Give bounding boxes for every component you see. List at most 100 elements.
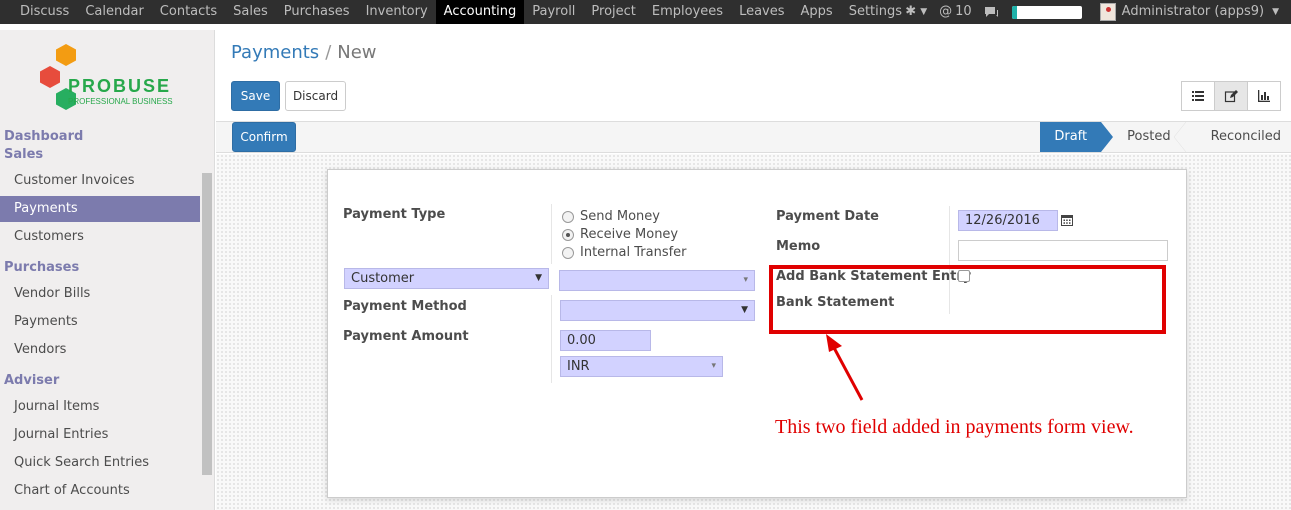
menu-accounting[interactable]: Accounting — [435, 0, 525, 24]
caret-down-icon: ▾ — [743, 275, 748, 285]
payment-amount-label: Payment Amount — [343, 329, 469, 344]
memo-label: Memo — [776, 239, 821, 254]
caret-down-icon: ▼ — [741, 305, 748, 315]
caret-down-icon: ▾ — [711, 361, 716, 371]
currency-value: INR — [567, 359, 590, 374]
menu-calendar[interactable]: Calendar — [77, 0, 151, 24]
caret-down-icon: ▼ — [1272, 7, 1279, 17]
radio-button-checked[interactable] — [562, 228, 574, 241]
main-menu: Discuss Calendar Contacts Sales Purchase… — [0, 0, 910, 24]
company-logo[interactable]: PROBUSE PROFESSIONAL BUSINESS — [38, 42, 188, 117]
sidebar-item-customers[interactable]: Customers — [0, 224, 200, 250]
partner-type-select[interactable]: Customer ▼ — [344, 268, 549, 289]
confirm-button[interactable]: Confirm — [232, 122, 296, 152]
partner-select[interactable]: ▾ — [559, 270, 755, 291]
radio-internal-transfer[interactable]: Internal Transfer — [562, 245, 687, 260]
currency-select[interactable]: INR ▾ — [560, 356, 723, 377]
section-dashboard[interactable]: Dashboard — [4, 129, 83, 144]
calendar-icon[interactable] — [1061, 214, 1073, 226]
radio-button[interactable] — [562, 246, 574, 259]
sidebar: PROBUSE PROFESSIONAL BUSINESS Dashboard … — [0, 30, 215, 510]
sidebar-item-journal-entries[interactable]: Journal Entries — [0, 422, 200, 448]
breadcrumb-current: New — [337, 42, 377, 63]
list-view-button[interactable] — [1181, 81, 1215, 111]
payment-date-label: Payment Date — [776, 209, 879, 224]
breadcrumb-separator: / — [325, 42, 332, 63]
breadcrumb: Payments / New — [231, 42, 377, 63]
payment-date-input[interactable]: 12/26/2016 — [958, 210, 1058, 231]
status-step-reconciled[interactable]: Reconciled — [1185, 122, 1291, 152]
section-adviser: Adviser — [4, 373, 60, 388]
logo-hex-red — [40, 66, 60, 88]
chat-bubble-icon — [984, 6, 998, 17]
mentions-counter[interactable]: @ 10 — [939, 0, 972, 24]
menu-apps[interactable]: Apps — [793, 0, 841, 24]
status-step-draft: Draft — [1040, 122, 1113, 152]
status-steps: Draft Posted Reconciled — [1040, 122, 1291, 152]
sidebar-item-vendor-payments[interactable]: Payments — [0, 309, 200, 335]
menu-inventory[interactable]: Inventory — [358, 0, 436, 24]
at-icon: @ — [939, 4, 953, 19]
menu-leaves[interactable]: Leaves — [731, 0, 792, 24]
progress-bar — [1011, 5, 1082, 19]
caret-down-icon: ▼ — [920, 7, 928, 17]
discard-button[interactable]: Discard — [285, 81, 346, 111]
radio-button[interactable] — [562, 210, 574, 223]
menu-discuss[interactable]: Discuss — [12, 0, 77, 24]
sidebar-item-vendor-bills[interactable]: Vendor Bills — [0, 281, 200, 307]
graph-view-button[interactable] — [1247, 81, 1281, 111]
mention-count: 10 — [955, 4, 972, 19]
form-view-button[interactable] — [1214, 81, 1248, 111]
amount-input[interactable]: 0.00 — [560, 330, 651, 351]
caret-down-icon: ▼ — [535, 273, 542, 283]
annotation-arrow-icon — [826, 334, 864, 401]
menu-employees[interactable]: Employees — [644, 0, 731, 24]
menu-sales[interactable]: Sales — [225, 0, 276, 24]
top-navbar: Discuss Calendar Contacts Sales Purchase… — [0, 0, 1291, 24]
bar-chart-icon — [1258, 90, 1270, 102]
menu-project[interactable]: Project — [583, 0, 643, 24]
sidebar-scrollbar[interactable] — [202, 173, 212, 475]
chat-button[interactable] — [984, 6, 1000, 19]
debug-menu[interactable]: ✱ ▼ — [905, 0, 927, 24]
list-icon — [1192, 91, 1204, 101]
logo-tagline: PROFESSIONAL BUSINESS — [68, 97, 173, 106]
status-step-posted[interactable]: Posted — [1101, 122, 1187, 152]
radio-label: Send Money — [580, 209, 660, 224]
logo-brand: PROBUSE — [68, 76, 172, 96]
menu-contacts[interactable]: Contacts — [152, 0, 225, 24]
annotation-text: This two field added in payments form vi… — [775, 416, 1134, 438]
user-name: Administrator (apps9) — [1121, 4, 1265, 19]
section-sales: Sales — [4, 147, 44, 162]
radio-label: Receive Money — [580, 227, 679, 242]
payment-method-select[interactable]: ▼ — [560, 300, 755, 321]
sidebar-item-journal-items[interactable]: Journal Items — [0, 394, 200, 420]
column-divider — [551, 204, 552, 264]
sidebar-item-chart-of-accounts[interactable]: Chart of Accounts — [0, 478, 200, 504]
sidebar-item-quick-search-entries[interactable]: Quick Search Entries — [0, 450, 200, 476]
menu-payroll[interactable]: Payroll — [524, 0, 583, 24]
user-menu[interactable]: Administrator (apps9) ▼ — [1099, 0, 1279, 24]
radio-send-money[interactable]: Send Money — [562, 209, 660, 224]
sidebar-item-payments[interactable]: Payments — [0, 196, 200, 222]
payment-type-label: Payment Type — [343, 207, 446, 222]
status-bar: Confirm Draft Posted Reconciled — [216, 121, 1291, 153]
sidebar-item-vendors[interactable]: Vendors — [0, 337, 200, 363]
avatar — [1099, 3, 1116, 21]
bug-icon: ✱ — [905, 4, 917, 19]
menu-purchases[interactable]: Purchases — [276, 0, 358, 24]
edit-icon — [1224, 90, 1238, 103]
payment-method-label: Payment Method — [343, 299, 467, 314]
menu-settings[interactable]: Settings — [841, 0, 910, 24]
radio-label: Internal Transfer — [580, 245, 687, 260]
memo-input[interactable] — [958, 240, 1168, 261]
save-button[interactable]: Save — [231, 81, 280, 111]
logo-hex-orange — [56, 44, 76, 66]
progress-fill — [1011, 5, 1018, 19]
breadcrumb-payments-link[interactable]: Payments — [231, 42, 319, 63]
section-purchases: Purchases — [4, 260, 80, 275]
sidebar-item-customer-invoices[interactable]: Customer Invoices — [0, 168, 200, 194]
radio-receive-money[interactable]: Receive Money — [562, 227, 678, 242]
column-divider — [551, 295, 552, 383]
system-tray: ✱ ▼ @ 10 Administrator (apps9) ▼ — [905, 0, 1291, 24]
